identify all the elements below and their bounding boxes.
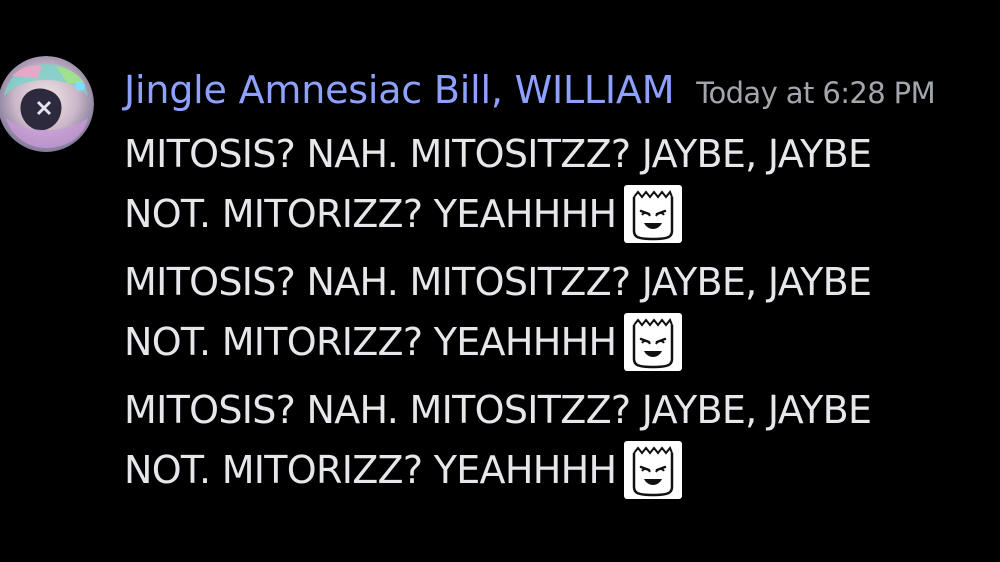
message-line-text: NOT. MITORIZZ? YEAHHHH: [124, 320, 617, 364]
message-line: NOT. MITORIZZ? YEAHHHH: [124, 440, 994, 500]
avatar[interactable]: [0, 56, 94, 152]
chat-message: Jingle Amnesiac Bill, WILLIAM Today at 6…: [0, 0, 1000, 562]
smirk-bag-emoji-icon[interactable]: [624, 185, 683, 243]
smirk-bag-emoji-icon[interactable]: [624, 441, 683, 499]
message-header: Jingle Amnesiac Bill, WILLIAM Today at 6…: [124, 62, 936, 118]
message-line: NOT. MITORIZZ? YEAHHHH: [124, 312, 994, 372]
message-timestamp: Today at 6:28 PM: [696, 76, 935, 110]
message-line: NOT. MITORIZZ? YEAHHHH: [124, 184, 994, 244]
message-line-text: MITOSIS? NAH. MITOSITZZ? JAYBE, JAYBE: [124, 260, 872, 304]
message-line-text: MITOSIS? NAH. MITOSITZZ? JAYBE, JAYBE: [124, 388, 872, 432]
message-content: MITOSIS? NAH. MITOSITZZ? JAYBE, JAYBE NO…: [124, 124, 994, 500]
message-line-text: NOT. MITORIZZ? YEAHHHH: [124, 192, 617, 236]
message-line: MITOSIS? NAH. MITOSITZZ? JAYBE, JAYBE: [124, 124, 994, 184]
message-line-text: NOT. MITORIZZ? YEAHHHH: [124, 448, 617, 492]
smirk-bag-emoji-icon[interactable]: [624, 313, 683, 371]
message-line: MITOSIS? NAH. MITOSITZZ? JAYBE, JAYBE: [124, 252, 994, 312]
message-line: MITOSIS? NAH. MITOSITZZ? JAYBE, JAYBE: [124, 380, 994, 440]
message-line-text: MITOSIS? NAH. MITOSITZZ? JAYBE, JAYBE: [124, 132, 872, 176]
author-name[interactable]: Jingle Amnesiac Bill, WILLIAM: [124, 62, 674, 118]
avatar-image: [0, 56, 94, 152]
